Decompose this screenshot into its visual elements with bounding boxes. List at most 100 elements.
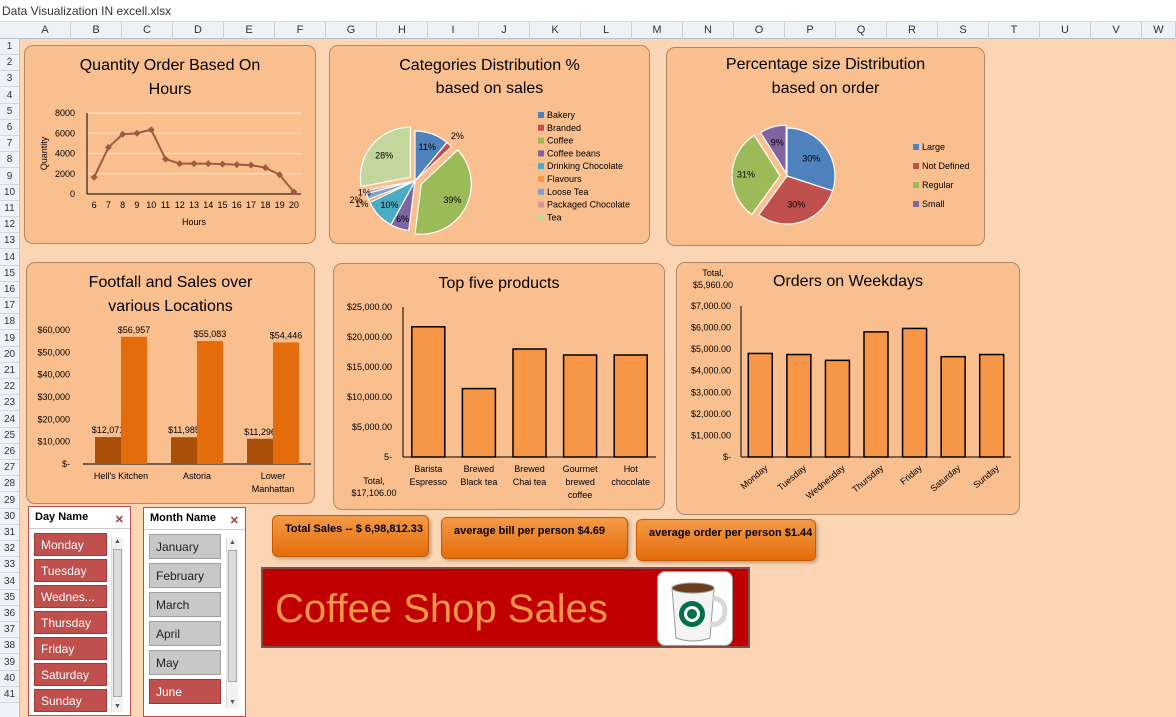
month-slicer-item[interactable]: May (149, 650, 221, 675)
month-slicer-item[interactable]: June (149, 679, 221, 704)
column-header[interactable]: C (122, 22, 173, 39)
row-header[interactable]: 1 (0, 39, 19, 55)
row-header[interactable]: 13 (0, 233, 19, 250)
row-header[interactable]: 27 (0, 460, 19, 477)
row-header[interactable]: 25 (0, 428, 19, 444)
row-header[interactable]: 40 (0, 671, 19, 687)
day-slicer-item[interactable]: Sunday (34, 689, 107, 712)
average-bill-card[interactable]: average bill per person $4.69 (441, 517, 628, 559)
row-header[interactable]: 14 (0, 250, 19, 266)
row-header[interactable]: 24 (0, 412, 19, 428)
coffee-shop-banner[interactable]: Coffee Shop Sales (261, 567, 750, 648)
month-slicer-item[interactable]: January (149, 534, 221, 559)
day-slicer-item[interactable]: Tuesday (34, 559, 107, 582)
row-header[interactable]: 18 (0, 314, 19, 331)
row-header[interactable]: 29 (0, 493, 19, 509)
row-header[interactable]: 7 (0, 136, 19, 153)
y-tick-label: 4000 (55, 149, 75, 159)
day-slicer-item[interactable]: Monday (34, 533, 107, 556)
column-header[interactable]: S (938, 22, 989, 39)
clear-filter-icon[interactable]: ✕ (115, 510, 124, 530)
month-slicer-item[interactable]: April (149, 621, 221, 646)
column-header[interactable]: V (1091, 22, 1142, 39)
row-header[interactable]: 31 (0, 525, 19, 541)
y-tick-label: $40,000 (37, 370, 70, 380)
column-header[interactable]: U (1040, 22, 1091, 39)
row-header[interactable]: 38 (0, 638, 19, 655)
column-header[interactable]: O (734, 22, 785, 39)
row-header[interactable]: 36 (0, 606, 19, 622)
row-header[interactable]: 3 (0, 71, 19, 88)
column-header[interactable]: K (530, 22, 581, 39)
column-header[interactable]: R (887, 22, 938, 39)
row-header[interactable]: 23 (0, 395, 19, 412)
month-slicer-item[interactable]: February (149, 563, 221, 588)
locations-chart-panel[interactable]: Footfall and Sales over various Location… (26, 262, 315, 504)
row-header[interactable]: 37 (0, 622, 19, 639)
column-header[interactable]: A (20, 22, 71, 39)
row-header[interactable]: 6 (0, 120, 19, 136)
column-header[interactable]: T (989, 22, 1040, 39)
sizes-chart-panel[interactable]: Percentage size Distribution based on or… (666, 47, 985, 246)
column-header[interactable]: N (683, 22, 734, 39)
products-chart-panel[interactable]: Top five products 5- $5,000.00 $10,000.00 $… (333, 263, 665, 510)
row-header[interactable]: 5 (0, 104, 19, 120)
column-header[interactable]: L (581, 22, 632, 39)
y-tick-label: $- (62, 459, 70, 469)
row-header[interactable]: 41 (0, 687, 19, 703)
row-header[interactable]: 17 (0, 298, 19, 315)
row-header[interactable]: 8 (0, 152, 19, 169)
row-header[interactable]: 30 (0, 509, 19, 525)
day-name-slicer[interactable]: Day Name ✕ Monday Tuesday Wednes... Thursda… (28, 506, 131, 716)
day-slicer-scrollbar[interactable]: ▲ ▼ (111, 537, 123, 712)
day-slicer-item[interactable]: Saturday (34, 663, 107, 686)
column-header[interactable]: P (785, 22, 836, 39)
day-slicer-item[interactable]: Wednes... (34, 585, 107, 608)
row-header[interactable]: 16 (0, 282, 19, 298)
row-header[interactable]: 20 (0, 347, 19, 363)
day-slicer-item[interactable]: Thursday (34, 611, 107, 634)
row-header[interactable]: 15 (0, 266, 19, 282)
column-header[interactable]: G (326, 22, 377, 39)
total-sales-card[interactable]: Total Sales -- $ 6,98,812.33 (272, 515, 429, 557)
row-header[interactable]: 11 (0, 201, 19, 217)
average-order-card[interactable]: average order per person $1.44 (636, 519, 816, 561)
row-header[interactable]: 32 (0, 541, 19, 558)
month-slicer-scrollbar[interactable]: ▲ ▼ (226, 538, 238, 708)
row-header[interactable]: 33 (0, 557, 19, 574)
column-header[interactable]: M (632, 22, 683, 39)
row-header[interactable]: 34 (0, 574, 19, 590)
month-name-slicer[interactable]: Month Name ✕ January February March April Ma… (143, 507, 246, 717)
hours-chart-panel[interactable]: Quantity Order Based On Hours 0 2000 4000 6… (24, 45, 316, 244)
column-header[interactable]: E (224, 22, 275, 39)
row-header[interactable]: 28 (0, 476, 19, 493)
y-tick-label: $1,000.00 (691, 430, 731, 440)
row-header[interactable]: 22 (0, 379, 19, 396)
row-header[interactable]: 2 (0, 55, 19, 72)
weekdays-chart-panel[interactable]: Orders on Weekdays $- $1,000.00 $2,000.00 $… (676, 262, 1020, 515)
column-header[interactable]: Q (836, 22, 887, 39)
column-header[interactable]: D (173, 22, 224, 39)
month-slicer-item[interactable]: March (149, 592, 221, 617)
column-header[interactable]: W (1142, 22, 1176, 39)
categories-chart-panel[interactable]: Categories Distribution % based on sales… (329, 45, 650, 244)
column-header[interactable]: J (479, 22, 530, 39)
column-header[interactable]: B (71, 22, 122, 39)
row-header[interactable]: 4 (0, 88, 19, 104)
row-header[interactable]: 10 (0, 185, 19, 201)
day-slicer-item[interactable]: Friday (34, 637, 107, 660)
column-header[interactable]: H (377, 22, 428, 39)
row-header[interactable]: 35 (0, 590, 19, 606)
column-header[interactable]: F (275, 22, 326, 39)
row-header[interactable]: 12 (0, 217, 19, 234)
row-header[interactable]: 39 (0, 655, 19, 671)
y-tick-label: 8000 (55, 108, 75, 118)
data-label: $54,446 (270, 330, 303, 340)
row-header[interactable]: 21 (0, 363, 19, 379)
row-header[interactable]: 19 (0, 331, 19, 347)
bar (247, 438, 273, 464)
column-header[interactable]: I (428, 22, 479, 39)
clear-filter-icon[interactable]: ✕ (230, 511, 239, 531)
row-header[interactable]: 9 (0, 169, 19, 185)
row-header[interactable]: 26 (0, 444, 19, 460)
